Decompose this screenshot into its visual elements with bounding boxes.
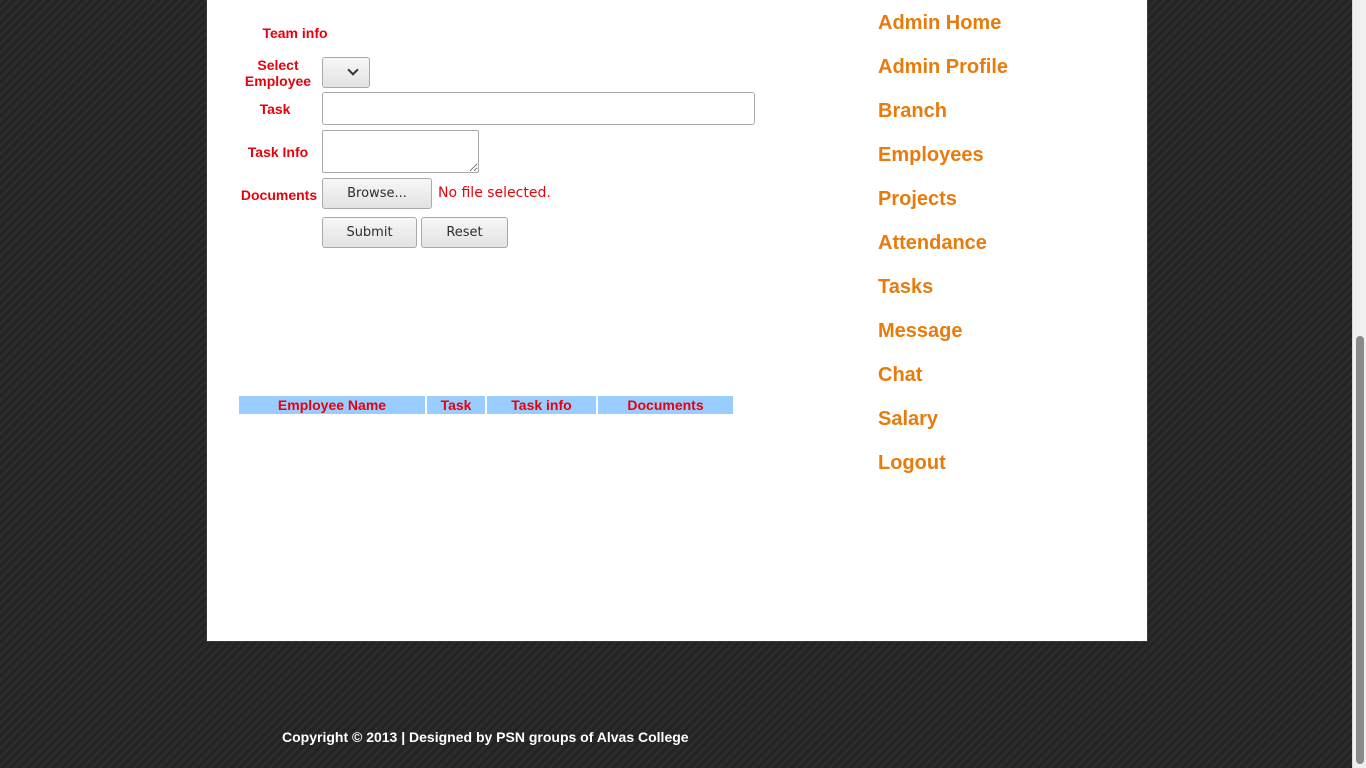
main-content-panel: Team info Select Employee Task Task Info… [206,0,1148,642]
chevron-down-icon [347,64,359,76]
file-status-text: No file selected. [438,185,551,201]
nav-item: Admin Profile [878,55,1008,99]
nav-item: Employees [878,143,1008,187]
employee-select[interactable] [322,57,370,88]
task-info-textarea[interactable] [322,130,479,173]
nav-link-attendance[interactable]: Attendance [878,231,1008,255]
submit-button[interactable]: Submit [322,217,417,248]
nav-link-logout[interactable]: Logout [878,451,1008,475]
scrollbar-thumb[interactable] [1356,336,1364,764]
browse-button[interactable]: Browse... [322,178,432,209]
column-header-employee-name: Employee Name [239,396,425,414]
select-employee-label: Select Employee [223,57,333,89]
select-employee-label-line2: Employee [244,73,312,89]
nav-item: Branch [878,99,1008,143]
nav-item: Tasks [878,275,1008,319]
task-input[interactable] [322,92,755,125]
nav-item: Admin Home [878,11,1008,55]
nav-item: Projects [878,187,1008,231]
nav-link-admin-profile[interactable]: Admin Profile [878,55,1008,79]
task-info-label: Task Info [247,144,309,160]
nav-item: Salary [878,407,1008,451]
admin-nav-menu: Admin Home Admin Profile Branch Employee… [878,11,1008,495]
nav-link-branch[interactable]: Branch [878,99,1008,123]
nav-link-message[interactable]: Message [878,319,1008,343]
footer-copyright: Copyright © 2013 | Designed by PSN group… [282,729,689,745]
nav-link-projects[interactable]: Projects [878,187,1008,211]
nav-link-tasks[interactable]: Tasks [878,275,1008,299]
column-header-documents: Documents [598,396,733,414]
nav-link-chat[interactable]: Chat [878,363,1008,387]
column-header-task: Task [427,396,485,414]
task-label: Task [259,101,291,117]
team-info-label: Team info [262,25,328,41]
nav-item: Message [878,319,1008,363]
select-employee-label-line1: Select [257,57,299,73]
documents-label: Documents [240,187,318,203]
nav-link-employees[interactable]: Employees [878,143,1008,167]
column-header-task-info: Task info [487,396,596,414]
nav-link-admin-home[interactable]: Admin Home [878,11,1008,35]
nav-item: Attendance [878,231,1008,275]
nav-item: Chat [878,363,1008,407]
nav-item: Logout [878,451,1008,495]
reset-button[interactable]: Reset [421,217,508,248]
vertical-scrollbar[interactable] [1352,0,1366,768]
nav-link-salary[interactable]: Salary [878,407,1008,431]
